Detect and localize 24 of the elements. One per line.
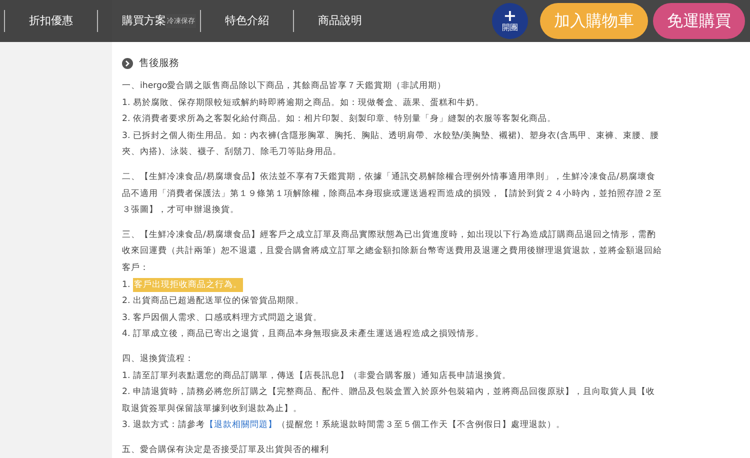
paragraph-text: 1. 易於腐敗、保存期限較短或解約時即將逾期之商品。如：現做餐盒、蔬果、蛋糕和牛奶。 [122, 96, 485, 110]
paragraph-text: 五、愛合購保有決定是否接受訂單及出貨與否的權利 [122, 444, 330, 457]
paragraph-text: 三、【生鮮冷凍食品/易腐壞食品】經客戶之成立訂單及商品實際狀態為已出貨進度時，如出現以下行為造成訂購商品退回之情形，需酌收來回運費（共計兩筆）恕不退還，且愛合購會將成立訂單之總金額扣除新台幣寄送費用及退運之費用後辦理退貨退款，並將金額退回給客戶： [122, 228, 662, 275]
nav-tab[interactable]: 折扣優惠 [4, 10, 97, 32]
paragraph-text: 一、ihergo愛合購之販售商品除以下商品，其餘商品皆享７天鑑賞期（非試用期） [122, 80, 448, 93]
paragraph-text: 4. 訂單成立後，商品已寄出之退貨，且商品本身無瑕疵及未產生運送過程造成之損毀情形。 [122, 328, 485, 342]
highlighted-text: 客戶出現拒收商品之行為。 [132, 278, 243, 292]
refund-link[interactable]: 【退款相關問題】 [204, 420, 277, 430]
paragraph-text: 四、退換貨流程： [122, 352, 195, 366]
paragraph-text: 3. 退款方式：請參考【退款相關問題】（提醒您！系統退款時間需３至５個工作天【不含例假日】處理退款）。 [122, 418, 566, 432]
nav-tab[interactable]: 商品說明 [293, 10, 386, 32]
paragraph-text: 二、【生鮮冷凍食品/易腐壞食品】依法並不享有7天鑑賞期，依據「通訊交易解除權合理例外情事適用準則」，生鮮冷凍食品/易腐壞食品不適用「消費者保護法」第１９條第１項解除權，除商品本身瑕疵或運送過程而造成的損毀，【請於到貨２４小時內，並拍照存證２至３張圖】，才可申辦退換貨。 [122, 170, 662, 218]
paragraph-text: 2. 申請退貨時，請務必將您所訂購之【完整商品、配件、贈品及包裝盒置入於原外包裝箱內，並將商品回復原狀】，且向取貨人員【收取退貨簽單與保留該單據到收到退款為止】。 [122, 386, 656, 416]
paragraph-text: 3. 客戶因個人需求、口感或料理方式問題之退貨。 [122, 312, 323, 325]
list-item-text: 1. 客戶出現拒收商品之行為。 [122, 276, 244, 294]
paragraph-text: 3. 已拆封之個人衛生用品。如：內衣褲(含隱形胸罩、胸托、胸貼、透明肩帶、水餃墊/美胸墊、襯裙)、塑身衣(含馬甲、束褲、束腰、腰夾、內搭)、泳裝、襪子、刮鬍刀、除毛刀等貼身用品。 [122, 130, 660, 160]
paragraph-text: 2. 依消費者要求所為之客製化給付商品。如：相片印製、刻製印章、特別量「身」縫製的衣服等客製化商品。 [122, 112, 557, 126]
paragraph-text: 2. 出貨商品已超過配送單位的保管貨品期限。 [122, 295, 305, 308]
section-title: 售後服務 [139, 57, 179, 70]
nav-tab[interactable]: 特色介紹 [200, 10, 293, 32]
paragraph-text: 1. 請至訂單列表點選您的商品訂購單，傳送【店長訊息】（非愛合購客服）通知店長申請退換貨。 [122, 370, 512, 382]
buy-button[interactable]: 免運購買 [653, 3, 745, 39]
chevron-circle-icon [122, 58, 133, 68]
group-buy-button[interactable]: + 開團 [492, 3, 528, 39]
